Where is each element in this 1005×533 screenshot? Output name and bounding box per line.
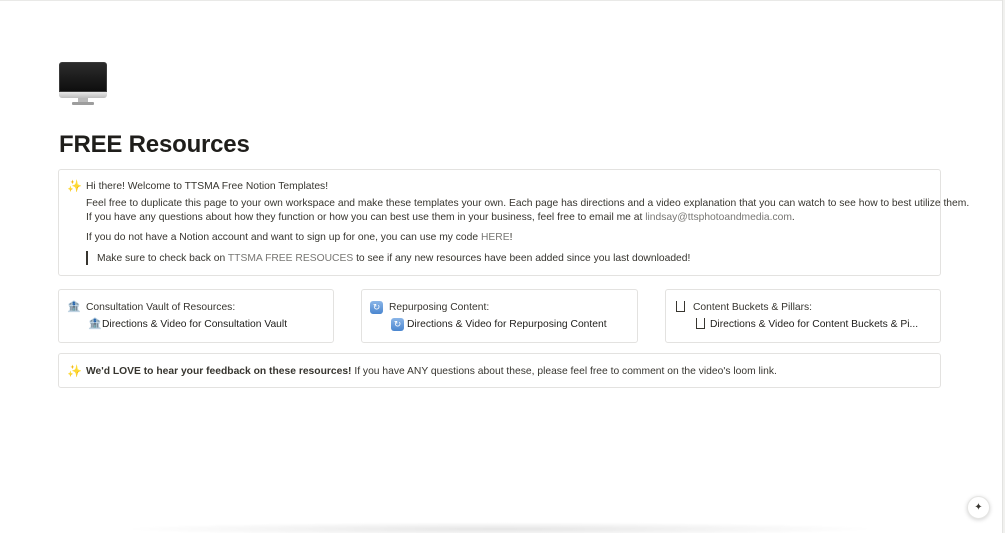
imac-icon[interactable] (59, 62, 107, 106)
welcome-callout: ✨ Hi there! Welcome to TTSMA Free Notion… (58, 169, 969, 276)
sparkle-help-icon[interactable]: ✦ (967, 496, 990, 519)
feedback-bold: We'd LOVE to hear your feedback on these… (86, 366, 352, 377)
welcome-line-3: If you do not have a Notion account and … (86, 231, 512, 244)
repurposing-content-callout: ↻ Repurposing Content: ↻ Directions & Vi… (361, 289, 638, 343)
content-buckets-link[interactable]: Directions & Video for Content Buckets &… (710, 318, 918, 331)
consultation-vault-callout: 🏦 Consultation Vault of Resources: 🏦 Dir… (58, 289, 334, 343)
resources-link[interactable]: TTSMA FREE RESOUCES (228, 253, 353, 264)
sparkles-icon[interactable]: ✨ (67, 179, 82, 193)
feedback-callout: ✨ We'd LOVE to hear your feedback on the… (58, 353, 941, 388)
box-icon[interactable] (676, 299, 685, 313)
bank-icon: 🏦 (88, 318, 102, 330)
card-title: Consultation Vault of Resources: (86, 302, 236, 313)
feedback-rest: If you have ANY questions about these, p… (351, 366, 777, 377)
quote-prefix: Make sure to check back on (97, 253, 228, 264)
window-top-border (0, 0, 1005, 1)
welcome-line-2-text: If you have any questions about how they… (86, 212, 646, 223)
quote-bar (86, 251, 88, 265)
help-glyph: ✦ (974, 502, 983, 513)
welcome-line-2-end: . (791, 212, 795, 223)
feedback-text: We'd LOVE to hear your feedback on these… (86, 365, 777, 378)
email-link[interactable]: lindsay@ttsphotoandmedia.com (645, 212, 792, 223)
quote-text: Make sure to check back on TTSMA FREE RE… (97, 252, 690, 265)
welcome-line-3-end: ! (509, 232, 513, 243)
box-icon (696, 316, 705, 330)
welcome-line-3-text: If you do not have a Notion account and … (86, 232, 481, 243)
repurposing-content-link[interactable]: Directions & Video for Repurposing Conte… (407, 318, 607, 331)
quote-suffix: to see if any new resources have been ad… (353, 253, 691, 264)
consultation-vault-link[interactable]: Directions & Video for Consultation Vaul… (102, 318, 287, 331)
here-link[interactable]: HERE (481, 232, 510, 243)
card-title: Content Buckets & Pillars: (693, 302, 813, 313)
welcome-line-1: Feel free to duplicate this page to your… (86, 198, 970, 209)
welcome-line-2: If you have any questions about how they… (86, 211, 795, 224)
content-buckets-callout: Content Buckets & Pillars: Directions & … (665, 289, 941, 343)
bottom-panel-shadow (120, 522, 880, 533)
welcome-greeting: Hi there! Welcome to TTSMA Free Notion T… (86, 181, 329, 192)
page-title: FREE Resources (59, 131, 250, 158)
repeat-icon[interactable]: ↻ (370, 300, 383, 315)
card-title: Repurposing Content: (389, 302, 490, 313)
sparkles-icon[interactable]: ✨ (67, 364, 82, 378)
bank-icon[interactable]: 🏦 (67, 300, 81, 314)
repeat-icon: ↻ (391, 317, 404, 332)
